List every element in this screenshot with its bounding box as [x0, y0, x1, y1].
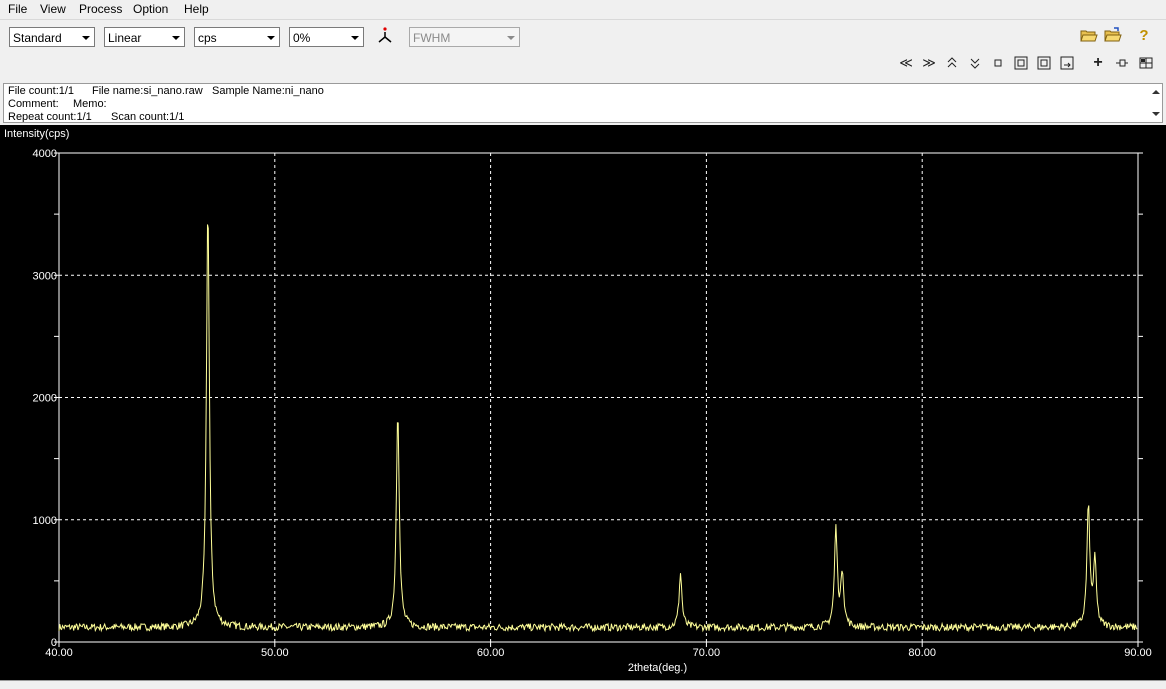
file-count: File count:1/1	[8, 85, 75, 97]
shift-left-button[interactable]: ≪	[897, 54, 915, 72]
fwhm-select[interactable]: FWHM	[409, 27, 520, 47]
sample-name: Sample Name:ni_nano	[212, 85, 324, 97]
y-tick-label: 4000	[33, 148, 57, 160]
menu-view[interactable]: View	[40, 2, 66, 16]
menu-help[interactable]: Help	[184, 2, 209, 16]
shift-right-button[interactable]: ≫	[920, 54, 938, 72]
pin-button[interactable]	[1113, 54, 1131, 72]
scroll-down-icon[interactable]	[1152, 112, 1160, 116]
chart-area[interactable]: 0 1000 2000 3000 4000 40.00 50.00 60.00 70.00 80.…	[0, 125, 1166, 680]
chevron-down-icon	[507, 36, 515, 40]
plot-frame	[58, 152, 1139, 643]
open-multiple-button[interactable]	[1104, 26, 1122, 44]
add-marker-button[interactable]: +	[1089, 54, 1107, 72]
x-axis-label: 2theta(deg.)	[628, 662, 687, 674]
chevron-down-icon	[172, 36, 180, 40]
x-tick-label: 80.00	[908, 647, 936, 659]
menu-process[interactable]: Process	[79, 2, 122, 16]
repeat-count: Repeat count:1/1	[8, 111, 92, 123]
percent-select[interactable]: 0%	[289, 27, 364, 47]
y-axis-label: Intensity(cps)	[4, 128, 69, 140]
chevron-down-icon	[82, 36, 90, 40]
scale-select[interactable]: Linear	[104, 27, 185, 47]
double-chevron-right-icon: ≫	[922, 55, 936, 70]
percent-select-value: 0%	[293, 31, 311, 45]
open-file-button[interactable]	[1080, 26, 1098, 44]
small-square-icon	[994, 59, 1002, 67]
fwhm-select-value: FWHM	[413, 31, 451, 45]
plus-icon: +	[1093, 54, 1103, 71]
mode-select[interactable]: Standard	[9, 27, 95, 47]
xrd-chart[interactable]: 0100020003000400040.00 50.00 60.00 70.00 80.…	[0, 125, 1166, 680]
range-box-icon	[1060, 56, 1074, 70]
x-tick-label: 60.00	[477, 647, 505, 659]
y-tick-label: 3000	[33, 270, 57, 282]
question-mark-icon: ?	[1139, 26, 1149, 44]
x-tick-label: 50.00	[261, 647, 289, 659]
toolbar: Standard Linear cps 0% FWHM ? ≪ ≫ +	[0, 19, 1166, 82]
fit-box-icon	[1037, 56, 1051, 70]
open-folder-icon	[1080, 30, 1098, 42]
menu-bar: File View Process Option Help	[0, 0, 1166, 19]
zoom-range-button[interactable]	[1058, 54, 1076, 72]
double-chevron-up-icon	[947, 57, 957, 68]
scale-up-button[interactable]	[943, 54, 961, 72]
scroll-up-icon[interactable]	[1152, 90, 1160, 94]
pin-icon	[1116, 59, 1128, 67]
menu-file[interactable]: File	[8, 2, 27, 16]
comment-label: Comment:	[8, 98, 59, 110]
zoom-box-button[interactable]	[1012, 54, 1030, 72]
x-tick-label: 70.00	[693, 647, 721, 659]
file-name: File name:si_nano.raw	[92, 85, 203, 97]
grid-layout-icon	[1139, 57, 1153, 69]
memo-label: Memo:	[73, 98, 107, 110]
unit-select-value: cps	[198, 31, 217, 45]
help-button[interactable]: ?	[1135, 26, 1153, 44]
chevron-down-icon	[351, 36, 359, 40]
unit-select[interactable]: cps	[194, 27, 280, 47]
peak-marker-icon	[378, 27, 392, 43]
open-folders-icon	[1104, 27, 1122, 42]
x-tick-label: 40.00	[45, 647, 73, 659]
chevron-down-icon	[267, 36, 275, 40]
file-info-panel[interactable]: File count:1/1 File name:si_nano.raw Sam…	[3, 83, 1163, 123]
zoom-fit-button[interactable]	[1035, 54, 1053, 72]
scale-select-value: Linear	[108, 31, 142, 45]
scale-down-button[interactable]	[966, 54, 984, 72]
mode-select-value: Standard	[13, 31, 62, 45]
box-icon	[1014, 56, 1028, 70]
peak-marker-button[interactable]	[376, 26, 394, 44]
layout-button[interactable]	[1137, 54, 1155, 72]
scan-count: Scan count:1/1	[111, 111, 185, 123]
x-tick-label: 90.00	[1124, 647, 1152, 659]
double-chevron-left-icon: ≪	[899, 55, 913, 70]
y-tick-label: 2000	[33, 393, 57, 405]
zoom-small-button[interactable]	[989, 54, 1007, 72]
menu-option[interactable]: Option	[133, 2, 168, 16]
double-chevron-down-icon	[970, 58, 980, 69]
spectrum-line	[58, 224, 1138, 633]
y-tick-label: 1000	[33, 515, 57, 527]
